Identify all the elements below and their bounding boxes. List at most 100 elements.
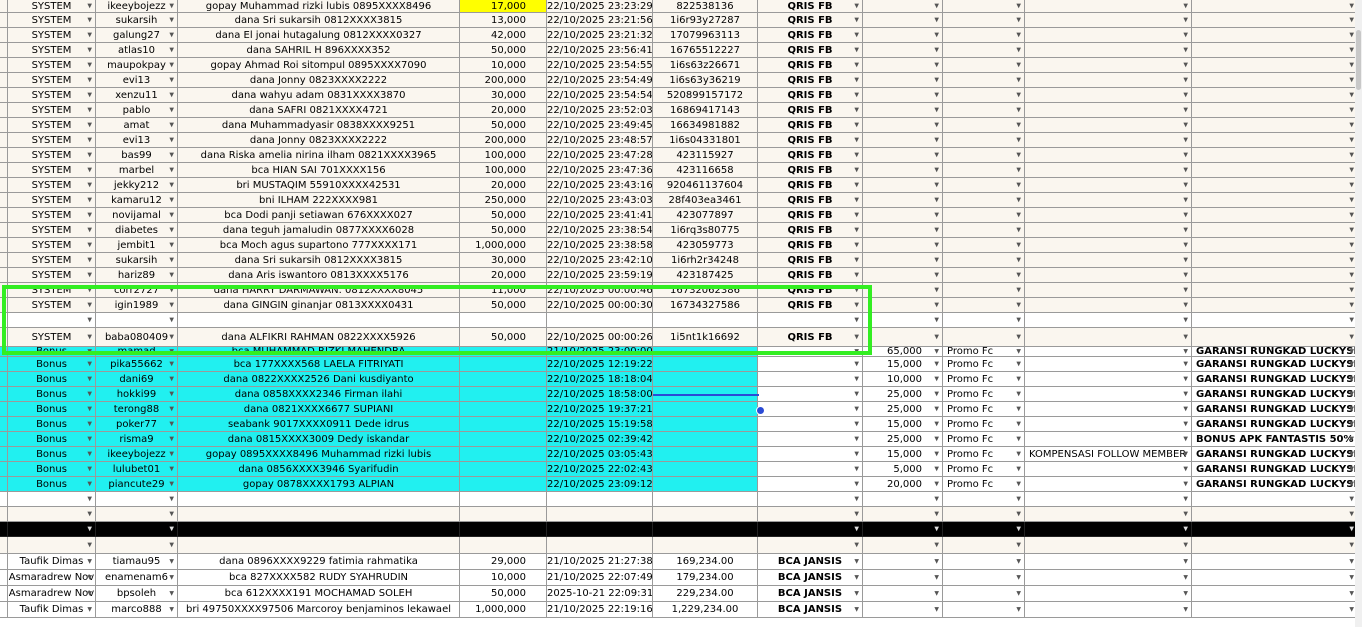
- dropdown-arrow-icon[interactable]: ▼: [1183, 223, 1188, 237]
- dropdown-arrow-icon[interactable]: ▼: [1016, 417, 1021, 431]
- dropdown-arrow-icon[interactable]: ▼: [169, 298, 174, 312]
- dropdown-arrow-icon[interactable]: ▼: [169, 13, 174, 27]
- bonus-amount-cell[interactable]: ▼: [863, 602, 943, 618]
- dropdown-arrow-icon[interactable]: ▼: [1183, 0, 1188, 12]
- dropdown-arrow-icon[interactable]: ▼: [934, 268, 939, 282]
- dropdown-arrow-icon[interactable]: ▼: [169, 238, 174, 252]
- transaction-id-cell[interactable]: [653, 432, 758, 447]
- transaction-id-cell[interactable]: [653, 372, 758, 387]
- bank-account-cell[interactable]: [178, 537, 460, 554]
- promo-type-cell[interactable]: ▼: [943, 602, 1025, 618]
- user-type-cell[interactable]: SYSTEM ▼: [8, 118, 96, 133]
- bank-account-cell[interactable]: bni ILHAM 222XXXX981: [178, 193, 460, 208]
- amount-cell[interactable]: [460, 537, 547, 554]
- bonus-amount-cell[interactable]: ▼: [863, 570, 943, 586]
- dropdown-arrow-icon[interactable]: ▼: [1183, 13, 1188, 27]
- dropdown-arrow-icon[interactable]: ▼: [1349, 387, 1354, 401]
- dropdown-arrow-icon[interactable]: ▼: [1016, 58, 1021, 72]
- payment-method-cell[interactable]: QRIS FB ▼: [758, 163, 863, 178]
- promo-type-cell[interactable]: Promo Fc ▼: [943, 402, 1025, 417]
- dropdown-arrow-icon[interactable]: ▼: [854, 13, 859, 27]
- bonus-category-cell[interactable]: GARANSI RUNGKAD LUCKYSPIN ▼: [1192, 387, 1358, 402]
- date-time-cell[interactable]: 22/10/2025 23:38:58: [547, 238, 653, 253]
- dropdown-arrow-icon[interactable]: ▼: [169, 118, 174, 132]
- amount-cell[interactable]: 29,000: [460, 554, 547, 570]
- dropdown-arrow-icon[interactable]: ▼: [1183, 73, 1188, 87]
- dropdown-arrow-icon[interactable]: ▼: [87, 103, 92, 117]
- dropdown-arrow-icon[interactable]: ▼: [1016, 554, 1021, 569]
- dropdown-arrow-icon[interactable]: ▼: [854, 88, 859, 102]
- bank-account-cell[interactable]: dana 0815XXXX3009 Dedy iskandar: [178, 432, 460, 447]
- payment-method-cell[interactable]: BCA JANSIS ▼: [758, 554, 863, 570]
- user-type-cell[interactable]: Bonus ▼: [8, 357, 96, 372]
- transaction-id-cell[interactable]: 423187425: [653, 268, 758, 283]
- dropdown-arrow-icon[interactable]: ▼: [1349, 163, 1354, 177]
- bonus-note-cell[interactable]: ▼: [1025, 313, 1192, 328]
- amount-cell[interactable]: 17,000: [460, 0, 547, 13]
- date-time-cell[interactable]: 22/10/2025 23:21:56: [547, 13, 653, 28]
- transaction-id-cell[interactable]: [653, 477, 758, 492]
- bank-account-cell[interactable]: [178, 313, 460, 328]
- bank-account-cell[interactable]: bca Dodi panji setiawan 676XXXX027: [178, 208, 460, 223]
- dropdown-arrow-icon[interactable]: ▼: [1349, 357, 1354, 371]
- dropdown-arrow-icon[interactable]: ▼: [1016, 477, 1021, 491]
- promo-type-cell[interactable]: Promo Fc ▼: [943, 462, 1025, 477]
- promo-type-cell[interactable]: ▼: [943, 298, 1025, 313]
- dropdown-arrow-icon[interactable]: ▼: [1349, 477, 1354, 491]
- username-cell[interactable]: dani69 ▼: [96, 372, 178, 387]
- dropdown-arrow-icon[interactable]: ▼: [1016, 328, 1021, 346]
- transaction-id-cell[interactable]: 17079963113: [653, 28, 758, 43]
- date-time-cell[interactable]: 22/10/2025 23:23:29: [547, 0, 653, 13]
- dropdown-arrow-icon[interactable]: ▼: [1016, 223, 1021, 237]
- dropdown-arrow-icon[interactable]: ▼: [1349, 103, 1354, 117]
- promo-type-cell[interactable]: ▼: [943, 103, 1025, 118]
- dropdown-arrow-icon[interactable]: ▼: [87, 313, 92, 327]
- username-cell[interactable]: ▼: [96, 492, 178, 507]
- promo-type-cell[interactable]: ▼: [943, 58, 1025, 73]
- transaction-id-cell[interactable]: 169,234.00: [653, 554, 758, 570]
- transaction-id-cell[interactable]: 1i5nt1k16692: [653, 328, 758, 347]
- user-type-cell[interactable]: SYSTEM ▼: [8, 13, 96, 28]
- dropdown-arrow-icon[interactable]: ▼: [169, 507, 174, 521]
- amount-cell[interactable]: [460, 347, 547, 357]
- bank-account-cell[interactable]: dana 0822XXXX2526 Dani kusdiyanto: [178, 372, 460, 387]
- amount-cell[interactable]: 10,000: [460, 58, 547, 73]
- dropdown-arrow-icon[interactable]: ▼: [169, 492, 174, 506]
- dropdown-arrow-icon[interactable]: ▼: [1183, 103, 1188, 117]
- date-time-cell[interactable]: 22/10/2025 23:54:55: [547, 58, 653, 73]
- payment-method-cell[interactable]: ▼: [758, 462, 863, 477]
- dropdown-arrow-icon[interactable]: ▼: [934, 570, 939, 585]
- bonus-amount-cell[interactable]: ▼: [863, 118, 943, 133]
- bank-account-cell[interactable]: dana Sri sukarsih 0812XXXX3815: [178, 253, 460, 268]
- dropdown-arrow-icon[interactable]: ▼: [854, 507, 859, 521]
- bank-account-cell[interactable]: [178, 522, 460, 537]
- dropdown-arrow-icon[interactable]: ▼: [1016, 432, 1021, 446]
- bank-account-cell[interactable]: dana HARRY DARMAWAN. 0812XXXX8045: [178, 283, 460, 298]
- dropdown-arrow-icon[interactable]: ▼: [169, 602, 174, 617]
- dropdown-arrow-icon[interactable]: ▼: [854, 118, 859, 132]
- dropdown-arrow-icon[interactable]: ▼: [1183, 178, 1188, 192]
- promo-type-cell[interactable]: ▼: [943, 522, 1025, 537]
- transaction-id-cell[interactable]: [653, 402, 758, 417]
- dropdown-arrow-icon[interactable]: ▼: [854, 570, 859, 585]
- dropdown-arrow-icon[interactable]: ▼: [87, 148, 92, 162]
- amount-cell[interactable]: 13,000: [460, 13, 547, 28]
- dropdown-arrow-icon[interactable]: ▼: [87, 88, 92, 102]
- bank-account-cell[interactable]: bri MUSTAQIM 55910XXXX42531: [178, 178, 460, 193]
- transaction-id-cell[interactable]: 1i6s63z26671: [653, 58, 758, 73]
- bonus-amount-cell[interactable]: ▼: [863, 586, 943, 602]
- user-type-cell[interactable]: SYSTEM ▼: [8, 253, 96, 268]
- promo-type-cell[interactable]: Promo Fc ▼: [943, 432, 1025, 447]
- payment-method-cell[interactable]: QRIS FB ▼: [758, 13, 863, 28]
- bonus-category-cell[interactable]: ▼: [1192, 522, 1358, 537]
- user-type-cell[interactable]: SYSTEM ▼: [8, 133, 96, 148]
- amount-cell[interactable]: [460, 432, 547, 447]
- transaction-id-cell[interactable]: 16734327586: [653, 298, 758, 313]
- user-type-cell[interactable]: Taufik Dimas ▼: [8, 554, 96, 570]
- dropdown-arrow-icon[interactable]: ▼: [1349, 43, 1354, 57]
- dropdown-arrow-icon[interactable]: ▼: [1016, 313, 1021, 327]
- dropdown-arrow-icon[interactable]: ▼: [1016, 88, 1021, 102]
- bonus-note-cell[interactable]: ▼: [1025, 163, 1192, 178]
- payment-method-cell[interactable]: ▼: [758, 537, 863, 554]
- amount-cell[interactable]: 20,000: [460, 268, 547, 283]
